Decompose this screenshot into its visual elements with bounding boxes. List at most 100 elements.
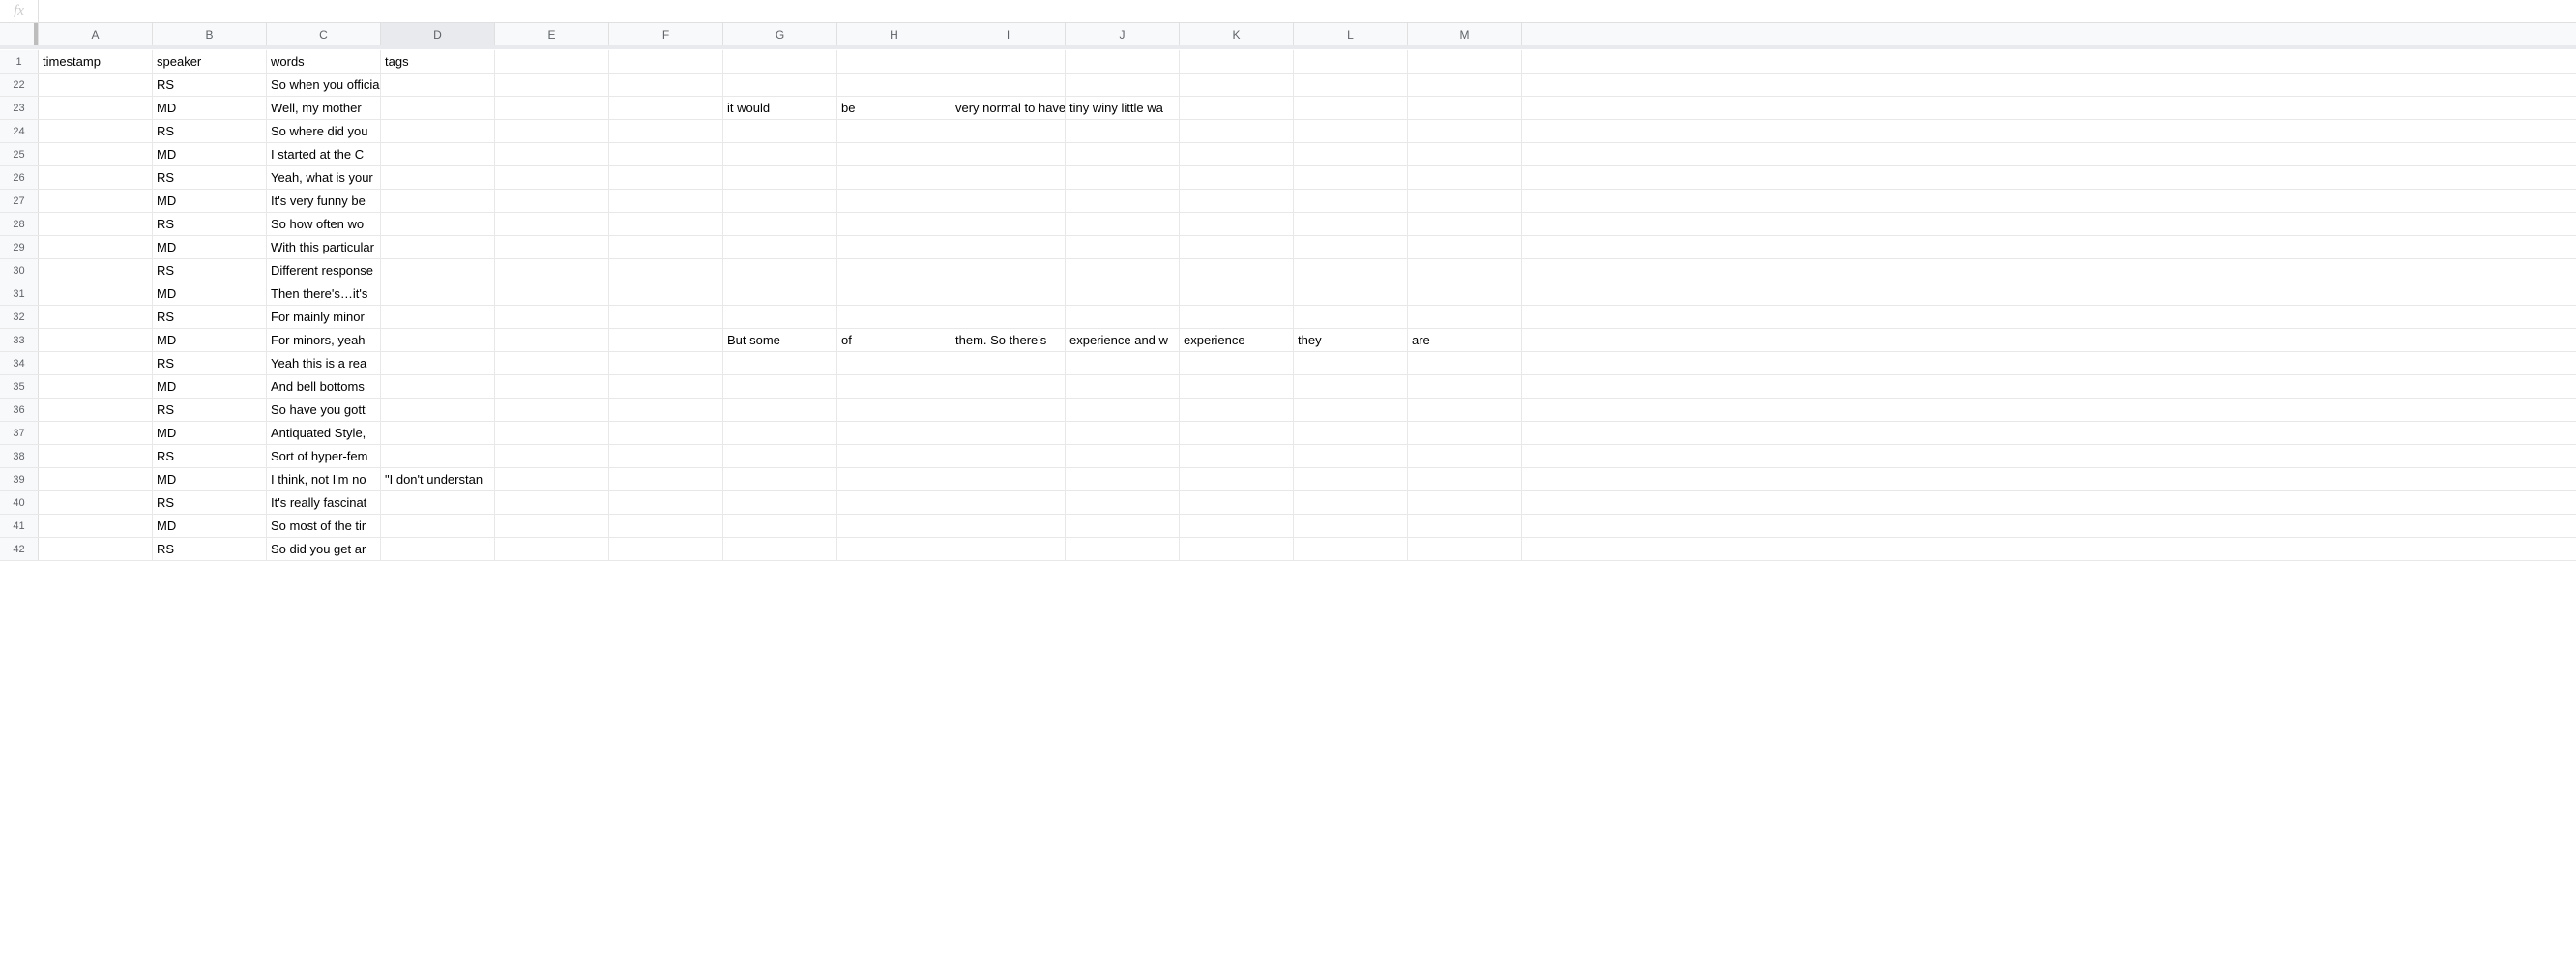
cell[interactable]	[381, 515, 495, 537]
cell[interactable]	[1294, 166, 1408, 189]
cell[interactable]: MD	[153, 190, 267, 212]
row-header[interactable]: 24	[0, 120, 39, 142]
cell[interactable]	[1294, 236, 1408, 258]
cell[interactable]: Yeah this is a rea	[267, 352, 381, 374]
cell[interactable]	[495, 399, 609, 421]
cell[interactable]	[723, 399, 837, 421]
cell[interactable]	[1180, 236, 1294, 258]
cell[interactable]: So did you get ar	[267, 538, 381, 560]
cell[interactable]	[1294, 97, 1408, 119]
cell[interactable]	[381, 445, 495, 467]
cell[interactable]	[1408, 352, 1522, 374]
cell[interactable]: For minors, yeah	[267, 329, 381, 351]
row-header[interactable]: 26	[0, 166, 39, 189]
cell[interactable]	[1180, 306, 1294, 328]
cell[interactable]	[1066, 491, 1180, 514]
cell[interactable]: So when you officially	[267, 74, 381, 96]
cell[interactable]: So how often wo	[267, 213, 381, 235]
cell[interactable]	[1066, 166, 1180, 189]
cell[interactable]	[1408, 399, 1522, 421]
cell[interactable]	[1180, 259, 1294, 282]
cell[interactable]	[609, 97, 723, 119]
cell[interactable]	[39, 422, 153, 444]
column-header-J[interactable]: J	[1066, 23, 1180, 45]
cell[interactable]	[39, 166, 153, 189]
cell[interactable]: Well, my mother	[267, 97, 381, 119]
cell[interactable]	[723, 50, 837, 73]
cell[interactable]	[1294, 515, 1408, 537]
cell[interactable]: Antiquated Style,	[267, 422, 381, 444]
row-header[interactable]: 36	[0, 399, 39, 421]
cell[interactable]	[1180, 515, 1294, 537]
cell[interactable]	[837, 213, 951, 235]
cell[interactable]	[1180, 538, 1294, 560]
cell[interactable]	[381, 538, 495, 560]
cell[interactable]	[609, 50, 723, 73]
cell[interactable]: MD	[153, 236, 267, 258]
cell[interactable]	[609, 236, 723, 258]
cell[interactable]	[495, 190, 609, 212]
row-header[interactable]: 22	[0, 74, 39, 96]
cell[interactable]	[495, 50, 609, 73]
cell[interactable]	[39, 515, 153, 537]
row-header[interactable]: 28	[0, 213, 39, 235]
cell[interactable]: RS	[153, 166, 267, 189]
cell[interactable]	[381, 306, 495, 328]
cell[interactable]	[837, 236, 951, 258]
cell[interactable]	[837, 120, 951, 142]
cell[interactable]	[837, 375, 951, 398]
cell[interactable]	[837, 515, 951, 537]
cell[interactable]	[837, 352, 951, 374]
cell[interactable]	[951, 422, 1066, 444]
cell[interactable]	[1180, 352, 1294, 374]
cell[interactable]	[609, 143, 723, 165]
cell[interactable]	[1408, 259, 1522, 282]
cell[interactable]	[837, 282, 951, 305]
cell[interactable]	[1408, 468, 1522, 490]
cell[interactable]	[39, 329, 153, 351]
cell[interactable]	[837, 74, 951, 96]
column-header-B[interactable]: B	[153, 23, 267, 45]
cell[interactable]	[1294, 491, 1408, 514]
cell[interactable]	[1408, 143, 1522, 165]
cell[interactable]	[495, 259, 609, 282]
cell[interactable]	[951, 538, 1066, 560]
cell[interactable]	[1294, 445, 1408, 467]
cell[interactable]: But some	[723, 329, 837, 351]
cell[interactable]: I think, not I'm no	[267, 468, 381, 490]
cell[interactable]: RS	[153, 306, 267, 328]
row-header[interactable]: 1	[0, 50, 39, 73]
cell[interactable]	[609, 352, 723, 374]
cell[interactable]	[951, 399, 1066, 421]
cell[interactable]	[1066, 375, 1180, 398]
cell[interactable]	[39, 74, 153, 96]
cell[interactable]: of	[837, 329, 951, 351]
cell[interactable]: RS	[153, 74, 267, 96]
cell[interactable]	[39, 538, 153, 560]
cell[interactable]	[723, 491, 837, 514]
cell[interactable]	[39, 282, 153, 305]
cell[interactable]	[495, 445, 609, 467]
cell[interactable]	[609, 259, 723, 282]
cell[interactable]: RS	[153, 120, 267, 142]
cell[interactable]: For mainly minor	[267, 306, 381, 328]
cell[interactable]	[381, 282, 495, 305]
cell[interactable]	[1180, 399, 1294, 421]
cell[interactable]	[951, 352, 1066, 374]
row-header[interactable]: 23	[0, 97, 39, 119]
cell[interactable]	[495, 491, 609, 514]
cell[interactable]	[723, 538, 837, 560]
row-header[interactable]: 27	[0, 190, 39, 212]
row-header[interactable]: 41	[0, 515, 39, 537]
cell[interactable]	[609, 213, 723, 235]
cell[interactable]	[951, 491, 1066, 514]
cell[interactable]	[609, 166, 723, 189]
cell[interactable]	[1408, 236, 1522, 258]
cell[interactable]	[39, 259, 153, 282]
column-header-A[interactable]: A	[39, 23, 153, 45]
column-header-E[interactable]: E	[495, 23, 609, 45]
cell[interactable]	[381, 399, 495, 421]
cell[interactable]	[495, 166, 609, 189]
cell[interactable]	[381, 120, 495, 142]
cell[interactable]	[837, 143, 951, 165]
